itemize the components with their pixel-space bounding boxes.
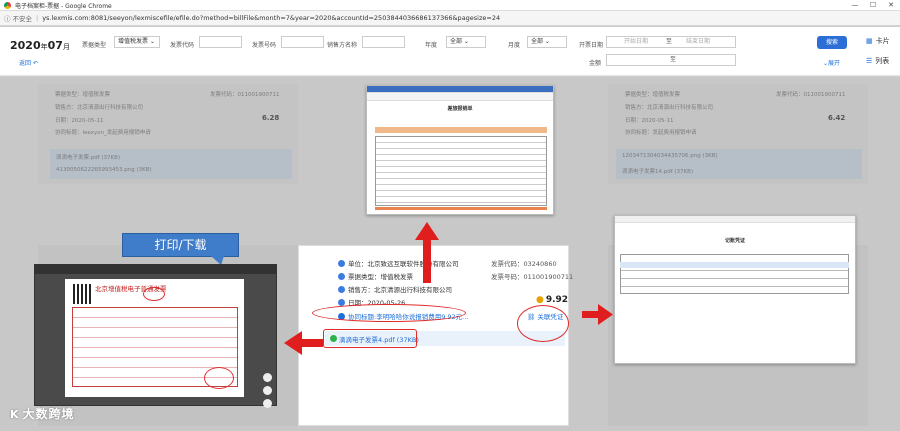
right-arrow-head [598,304,613,325]
annotation-arrows [284,222,613,355]
up-arrow-head [415,222,439,240]
brand-watermark: K 大数跨境 [10,405,75,422]
left-arrow-shaft [301,339,323,347]
right-arrow-shaft [582,311,600,318]
up-arrow-shaft [423,239,431,283]
left-arrow-head [284,331,302,355]
brand-logo-icon: K [10,408,20,421]
brand-name: 大数跨境 [22,407,75,421]
